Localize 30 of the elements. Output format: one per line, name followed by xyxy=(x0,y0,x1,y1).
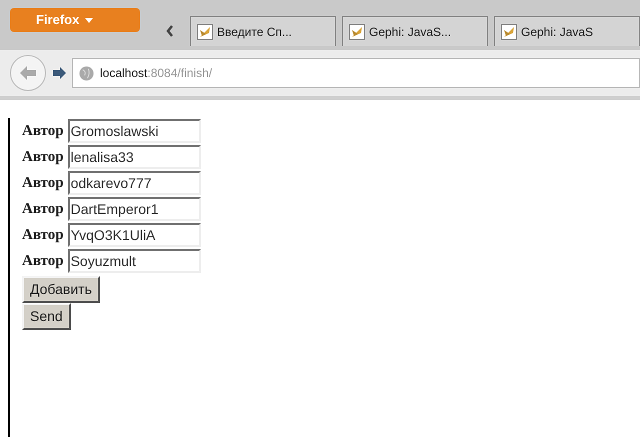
address-bar[interactable]: localhost:8084/finish/ xyxy=(72,58,640,88)
back-arrow-icon xyxy=(20,66,36,80)
field-label: Автор xyxy=(22,226,64,245)
forward-arrow-icon xyxy=(52,67,66,79)
field-label: Автор xyxy=(22,200,64,219)
tab-title: Gephi: JavaS... xyxy=(369,24,452,40)
page-icon xyxy=(501,24,517,40)
author-field[interactable]: YvqO3K1UliA xyxy=(68,223,201,247)
author-field[interactable]: Soyuzmult xyxy=(68,249,201,273)
field-label: Автор xyxy=(22,148,64,167)
tab-title: Введите Сп... xyxy=(217,24,292,40)
browser-tab[interactable]: Gephi: JavaS... xyxy=(342,16,488,46)
page-icon xyxy=(349,24,365,40)
tab-title: Gephi: JavaS xyxy=(521,24,594,40)
field-label: Автор xyxy=(22,174,64,193)
caret-icon xyxy=(85,18,94,22)
chevron-left-icon xyxy=(166,25,174,37)
field-label: Автор xyxy=(22,122,64,141)
form-button[interactable]: Send xyxy=(22,303,71,330)
form-button[interactable]: Добавить xyxy=(22,276,100,303)
page-icon xyxy=(197,24,213,40)
browser-tab[interactable]: Gephi: JavaS xyxy=(494,16,640,46)
author-field[interactable]: lenalisa33 xyxy=(68,145,201,169)
author-field[interactable]: odkarevo777 xyxy=(68,171,201,195)
browser-tab[interactable]: Введите Сп... xyxy=(190,16,336,46)
author-field[interactable]: Gromoslawski xyxy=(68,119,201,143)
globe-icon xyxy=(79,66,94,80)
field-label: Автор xyxy=(22,252,64,271)
author-field[interactable]: DartEmperor1 xyxy=(68,197,201,221)
url-text: localhost:8084/finish/ xyxy=(100,65,212,82)
